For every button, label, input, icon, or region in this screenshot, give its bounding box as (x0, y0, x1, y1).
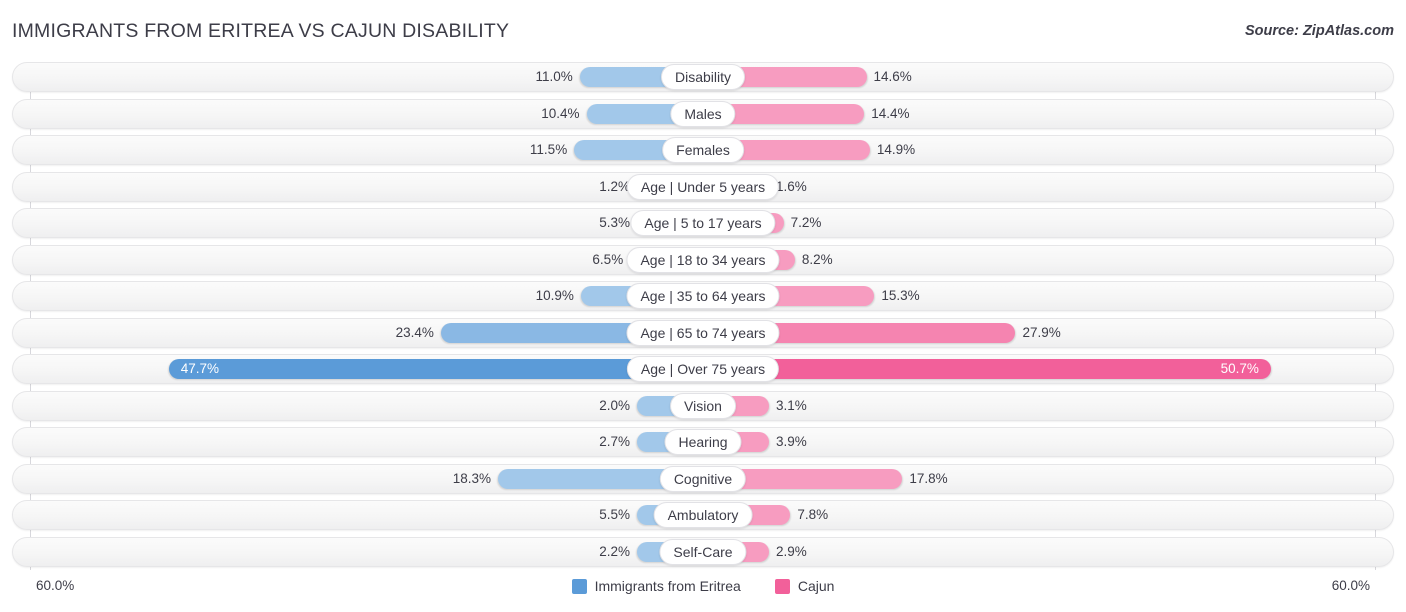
value-label-left: 47.7% (180, 361, 220, 376)
chart-legend: Immigrants from Eritrea Cajun (0, 578, 1406, 594)
value-label-left: 11.5% (529, 142, 568, 157)
chart-header: IMMIGRANTS FROM ERITREA VS CAJUN DISABIL… (0, 0, 1406, 62)
category-label: Age | 35 to 64 years (626, 283, 780, 309)
value-label-right: 14.9% (876, 142, 916, 157)
chart-row: 18.3% 17.8% Cognitive (0, 463, 1406, 494)
chart-row: 2.0% 3.1% Vision (0, 390, 1406, 421)
chart-row: 2.2% 2.9% Self-Care (0, 536, 1406, 567)
value-label-right: 14.6% (873, 69, 912, 84)
value-label-left: 2.7% (599, 434, 630, 449)
category-label: Females (662, 137, 744, 163)
legend-item[interactable]: Immigrants from Eritrea (571, 578, 741, 594)
category-label: Age | Over 75 years (626, 356, 780, 382)
value-label-left: 5.3% (599, 215, 630, 230)
bar-left (168, 359, 703, 379)
category-label: Vision (670, 392, 736, 419)
legend-item[interactable]: Cajun (774, 578, 835, 594)
value-label-right: 3.9% (776, 434, 807, 449)
chart-row: 23.4% 27.9% Age | 65 to 74 years (0, 317, 1406, 348)
value-label-right: 27.9% (1022, 324, 1061, 340)
category-label: Males (670, 100, 736, 127)
value-label-left: 5.5% (599, 507, 630, 522)
chart-plot-area: 11.0% 14.6% Disability 10.4% 14.4% Males 11.5%… (0, 62, 1406, 570)
legend-label: Cajun (797, 578, 835, 594)
value-label-left: 2.0% (599, 397, 630, 413)
chart-row: 47.7% 50.7% Age | Over 75 years (0, 354, 1406, 384)
chart-row: 10.4% 14.4% Males (0, 98, 1406, 129)
value-label-left: 11.0% (535, 69, 573, 84)
chart-row: 11.5% 14.9% Females (0, 135, 1406, 165)
value-label-left: 18.3% (452, 470, 492, 486)
value-label-left: 10.9% (535, 288, 574, 303)
category-label: Age | 5 to 17 years (630, 210, 776, 236)
value-label-left: 10.4% (541, 105, 580, 121)
category-label: Age | Under 5 years (626, 173, 780, 200)
bar-right (703, 359, 1271, 379)
chart-row: 5.3% 7.2% Age | 5 to 17 years (0, 208, 1406, 238)
chart-row: 1.2% 1.6% Age | Under 5 years (0, 171, 1406, 202)
chart-row: 11.0% 14.6% Disability (0, 62, 1406, 92)
chart-row: 6.5% 8.2% Age | 18 to 34 years (0, 244, 1406, 275)
value-label-left: 23.4% (395, 324, 434, 340)
legend-label: Immigrants from Eritrea (594, 578, 741, 594)
category-label: Cognitive (659, 465, 747, 492)
value-label-right: 15.3% (881, 288, 920, 303)
chart-row: 5.5% 7.8% Ambulatory (0, 500, 1406, 530)
value-label-left: 1.2% (599, 178, 630, 194)
value-label-left: 6.5% (592, 251, 624, 267)
value-label-right: 7.8% (797, 507, 829, 522)
value-label-right: 14.4% (871, 105, 910, 121)
value-label-right: 2.9% (776, 543, 807, 559)
value-label-left: 2.2% (599, 543, 630, 559)
value-label-right: 17.8% (909, 470, 948, 486)
page-title: IMMIGRANTS FROM ERITREA VS CAJUN DISABIL… (12, 20, 510, 42)
category-label: Disability (660, 64, 746, 90)
legend-swatch-icon (774, 578, 790, 594)
chart-row: 2.7% 3.9% Hearing (0, 427, 1406, 457)
legend-swatch-icon (571, 578, 587, 594)
bar-rows-container: 11.0% 14.6% Disability 10.4% 14.4% Males 11.5%… (0, 62, 1406, 573)
value-label-right: 8.2% (801, 251, 833, 267)
chart-row: 10.9% 15.3% Age | 35 to 64 years (0, 281, 1406, 311)
category-label: Age | 18 to 34 years (626, 246, 780, 273)
chart-footer: 60.0% 60.0% Immigrants from Eritrea Cajun (0, 570, 1406, 612)
category-label: Hearing (664, 429, 742, 455)
value-label-right: 7.2% (790, 215, 822, 230)
category-label: Ambulatory (653, 502, 753, 528)
source-attribution: Source: ZipAtlas.com (1244, 23, 1394, 39)
category-label: Self-Care (659, 538, 747, 565)
value-label-right: 1.6% (776, 178, 807, 194)
category-label: Age | 65 to 74 years (626, 319, 780, 346)
value-label-right: 3.1% (776, 397, 807, 413)
value-label-right: 50.7% (1220, 361, 1259, 376)
